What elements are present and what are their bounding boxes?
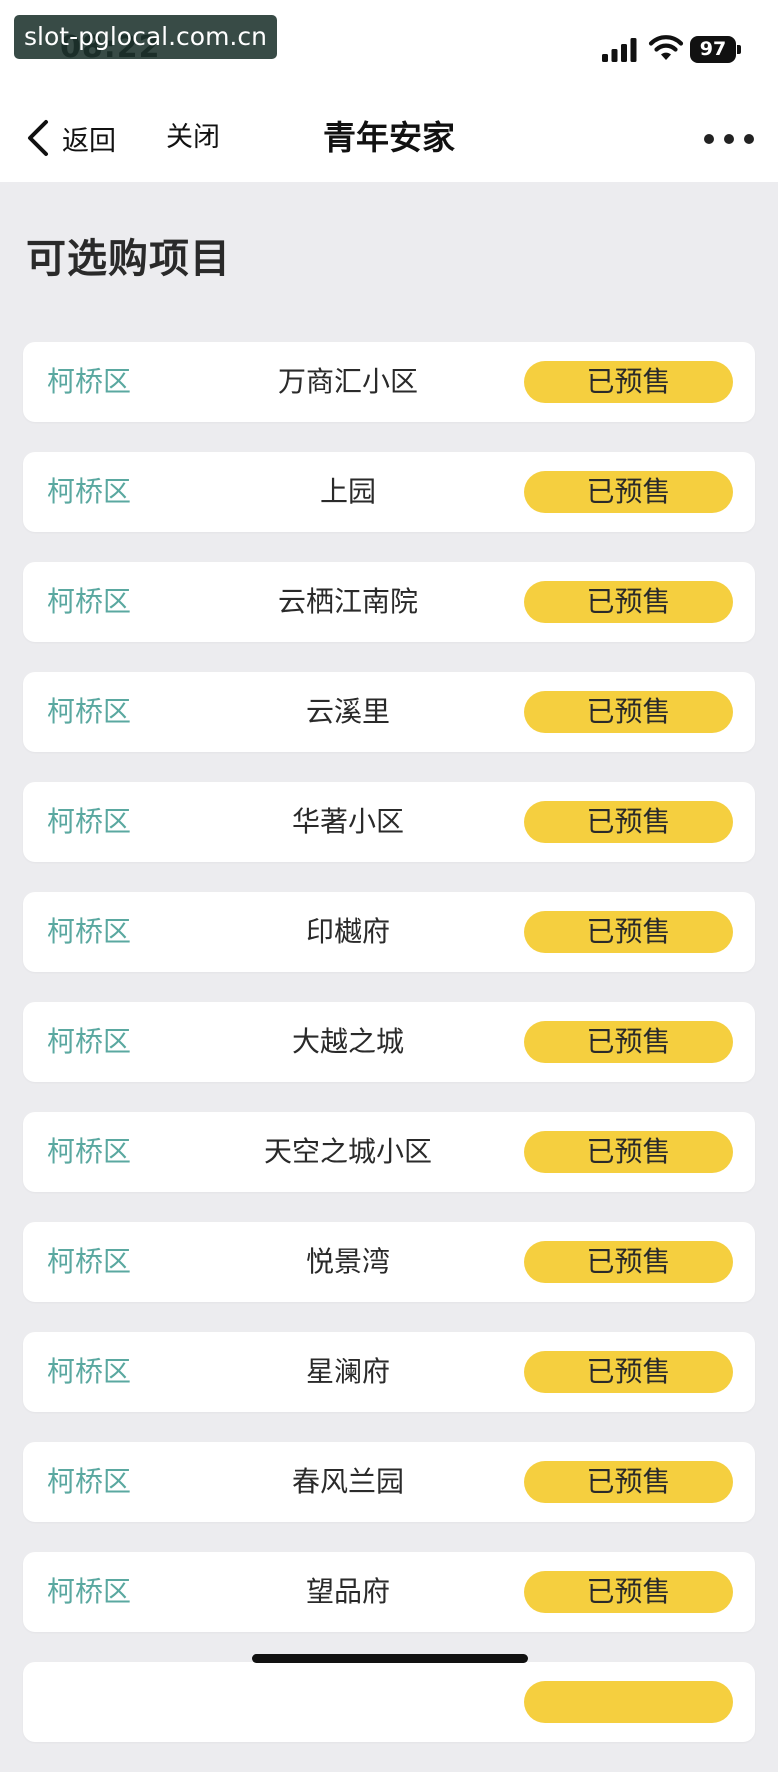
more-dot-icon <box>724 134 734 144</box>
project-status-button[interactable]: 已预售 <box>524 911 733 953</box>
project-status-button[interactable]: 已预售 <box>524 691 733 733</box>
project-name: 望品府 <box>305 1575 390 1608</box>
project-status-button[interactable]: 已预售 <box>524 471 733 513</box>
project-district: 柯桥区 <box>47 1465 132 1498</box>
project-district: 柯桥区 <box>47 1135 132 1168</box>
project-card[interactable]: 柯桥区 春风兰园 已预售 <box>23 1442 755 1522</box>
cellular-signal-icon <box>602 38 637 62</box>
project-status-button[interactable]: 已预售 <box>524 1571 733 1613</box>
section-title: 可选购项目 <box>26 236 231 282</box>
wifi-icon <box>648 35 684 60</box>
project-name: 天空之城小区 <box>263 1135 432 1168</box>
project-status-button[interactable]: 已预售 <box>524 1131 733 1173</box>
project-district: 柯桥区 <box>47 1245 132 1278</box>
project-card[interactable]: 柯桥区 万商汇小区 已预售 <box>23 342 755 422</box>
project-district: 柯桥区 <box>47 1575 132 1608</box>
project-name: 大越之城 <box>291 1025 404 1058</box>
project-status-button[interactable] <box>524 1681 733 1723</box>
project-card[interactable]: 柯桥区 云栖江南院 已预售 <box>23 562 755 642</box>
project-status-button[interactable]: 已预售 <box>524 1021 733 1063</box>
project-card[interactable] <box>23 1662 755 1742</box>
project-district: 柯桥区 <box>47 585 132 618</box>
project-status-button[interactable]: 已预售 <box>524 1241 733 1283</box>
project-name: 悦景湾 <box>305 1245 390 1278</box>
battery-level: 97 <box>690 36 736 63</box>
project-status-button[interactable]: 已预售 <box>524 801 733 843</box>
project-name: 上园 <box>319 475 376 508</box>
project-card[interactable]: 柯桥区 天空之城小区 已预售 <box>23 1112 755 1192</box>
project-name: 春风兰园 <box>291 1465 404 1498</box>
page-title: 青年安家 <box>323 118 455 157</box>
project-status-button[interactable]: 已预售 <box>524 1461 733 1503</box>
project-name: 华著小区 <box>291 805 404 838</box>
project-card[interactable]: 柯桥区 望品府 已预售 <box>23 1552 755 1632</box>
project-list: 柯桥区 万商汇小区 已预售 柯桥区 上园 已预售 柯桥区 云栖江南院 已预售 柯… <box>23 342 755 1772</box>
project-name: 印樾府 <box>305 915 390 948</box>
project-district: 柯桥区 <box>47 805 132 838</box>
project-card[interactable]: 柯桥区 悦景湾 已预售 <box>23 1222 755 1302</box>
project-district: 柯桥区 <box>47 695 132 728</box>
project-name: 星澜府 <box>305 1355 390 1388</box>
project-card[interactable]: 柯桥区 上园 已预售 <box>23 452 755 532</box>
project-district: 柯桥区 <box>47 475 132 508</box>
project-status-button[interactable]: 已预售 <box>524 581 733 623</box>
back-label: 返回 <box>62 125 116 157</box>
nav-bar: 返回 关闭 青年安家 <box>0 96 778 182</box>
back-button[interactable]: 返回 <box>24 114 116 162</box>
project-district: 柯桥区 <box>47 365 132 398</box>
project-card[interactable]: 柯桥区 云溪里 已预售 <box>23 672 755 752</box>
watermark: slot-pglocal.com.cn <box>14 15 277 59</box>
project-card[interactable]: 柯桥区 大越之城 已预售 <box>23 1002 755 1082</box>
battery-tip <box>737 45 741 54</box>
close-button[interactable]: 关闭 <box>166 114 220 162</box>
project-card[interactable]: 柯桥区 印樾府 已预售 <box>23 892 755 972</box>
project-card[interactable]: 柯桥区 星澜府 已预售 <box>23 1332 755 1412</box>
project-status-button[interactable]: 已预售 <box>524 361 733 403</box>
project-name: 云溪里 <box>305 695 390 728</box>
more-dot-icon <box>704 134 714 144</box>
home-indicator[interactable] <box>252 1654 528 1663</box>
project-district: 柯桥区 <box>47 915 132 948</box>
more-dot-icon <box>744 134 754 144</box>
project-card[interactable]: 柯桥区 华著小区 已预售 <box>23 782 755 862</box>
project-status-button[interactable]: 已预售 <box>524 1351 733 1393</box>
project-district: 柯桥区 <box>47 1025 132 1058</box>
chevron-left-icon <box>28 120 48 156</box>
more-menu-button[interactable] <box>704 124 754 154</box>
battery-icon: 97 <box>690 36 741 63</box>
project-name: 万商汇小区 <box>277 365 418 398</box>
project-name: 云栖江南院 <box>277 585 418 618</box>
project-district: 柯桥区 <box>47 1355 132 1388</box>
